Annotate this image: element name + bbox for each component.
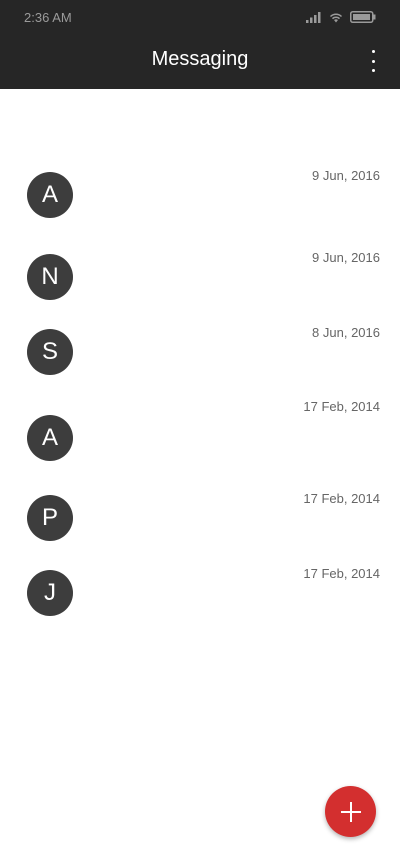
status-icons	[306, 11, 376, 23]
menu-dot	[371, 59, 375, 63]
conversation-date: 9 Jun, 2016	[312, 168, 380, 183]
conversation-date: 9 Jun, 2016	[312, 250, 380, 265]
new-message-button[interactable]	[325, 786, 376, 837]
conversation-date: 17 Feb, 2014	[303, 566, 380, 581]
conversation-item[interactable]: A 17 Feb, 2014	[0, 389, 400, 482]
conversation-item[interactable]: N 9 Jun, 2016	[0, 232, 400, 314]
menu-dot	[371, 69, 375, 72]
avatar[interactable]: N	[27, 254, 73, 300]
status-bar: 2:36 AM	[0, 0, 400, 36]
app-bar: Messaging	[0, 36, 400, 89]
conversation-date: 8 Jun, 2016	[312, 325, 380, 340]
avatar[interactable]: S	[27, 329, 73, 375]
wifi-icon	[329, 13, 343, 23]
status-time: 2:36 AM	[24, 10, 72, 25]
conversation-list: A 9 Jun, 2016 N 9 Jun, 2016 S 8 Jun, 201…	[0, 150, 400, 639]
conversation-item[interactable]: A 9 Jun, 2016	[0, 150, 400, 232]
conversation-date: 17 Feb, 2014	[303, 399, 380, 414]
conversation-item[interactable]: S 8 Jun, 2016	[0, 314, 400, 389]
conversation-date: 17 Feb, 2014	[303, 491, 380, 506]
plus-icon	[340, 801, 361, 822]
app-title: Messaging	[151, 48, 249, 70]
avatar[interactable]: A	[27, 172, 73, 218]
conversation-item[interactable]: J 17 Feb, 2014	[0, 557, 400, 639]
conversation-item[interactable]: P 17 Feb, 2014	[0, 482, 400, 557]
avatar[interactable]: J	[27, 570, 73, 616]
avatar[interactable]: A	[27, 415, 73, 461]
signal-icon	[306, 12, 321, 23]
overflow-menu-icon[interactable]	[368, 50, 378, 72]
battery-icon	[350, 11, 376, 23]
menu-dot	[371, 50, 375, 53]
avatar[interactable]: P	[27, 495, 73, 541]
messaging-screen: 2:36 AM Messaging A 9 Jun, 2016 N 9 Jun,…	[0, 0, 400, 866]
